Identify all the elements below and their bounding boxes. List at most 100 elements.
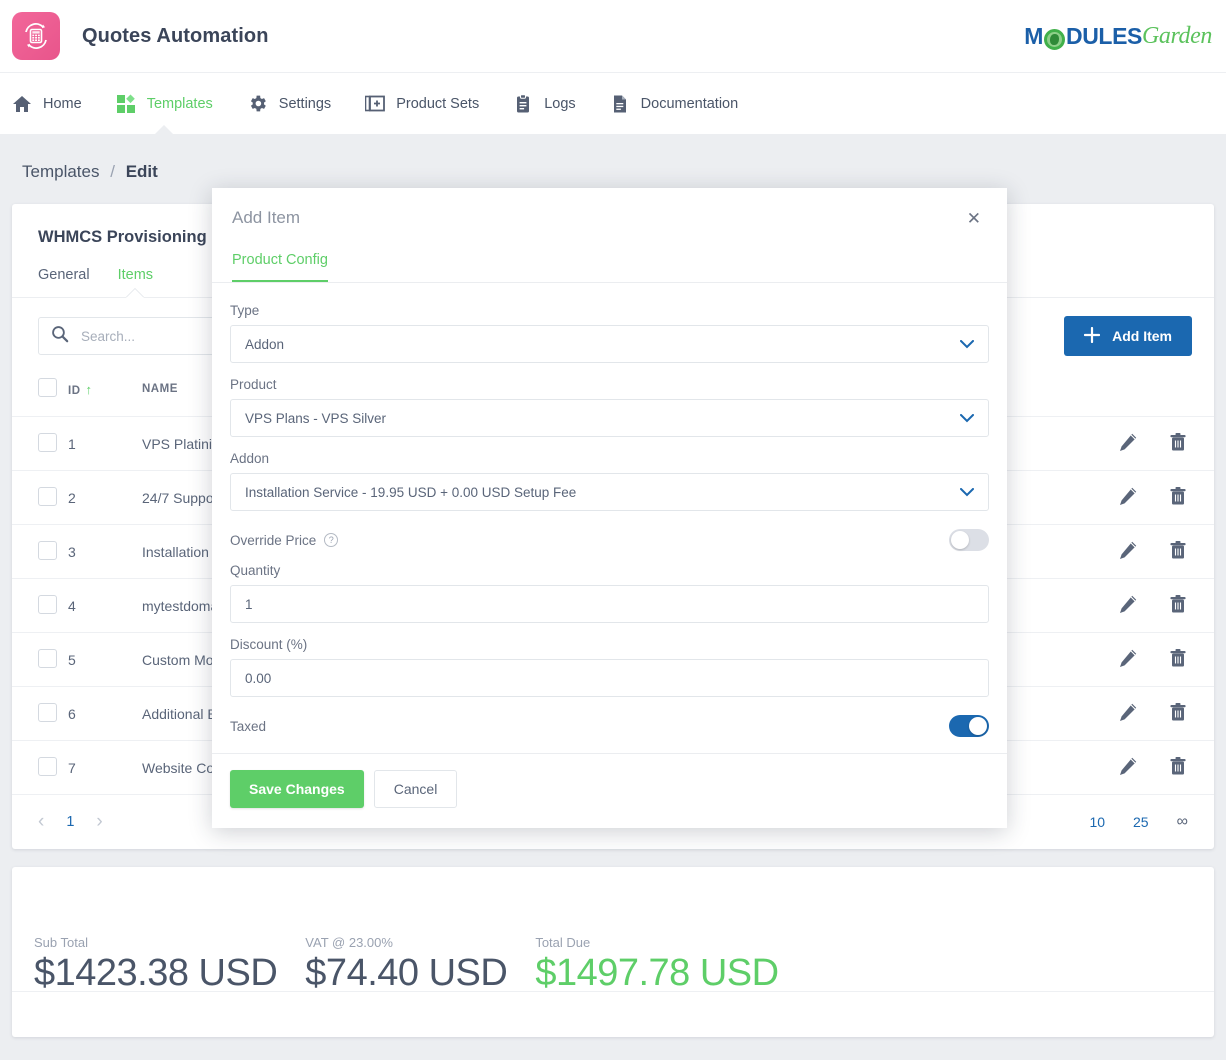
- modal-tabs: Product Config: [212, 229, 1007, 283]
- save-changes-button[interactable]: Save Changes: [230, 770, 364, 808]
- nav-label: Documentation: [641, 96, 739, 112]
- row-select-cell: [12, 687, 68, 741]
- discount-value: 0.00: [245, 671, 271, 686]
- edit-icon[interactable]: [1118, 756, 1138, 779]
- help-icon[interactable]: ?: [324, 533, 338, 547]
- modulesgarden-logo: M DULES Garden: [1024, 23, 1212, 50]
- taxed-label-wrap: Taxed: [230, 719, 266, 734]
- nav-label: Product Sets: [396, 96, 479, 112]
- active-nav-indicator: [153, 125, 175, 136]
- total-vat: VAT @ 23.00% $74.40 USD: [305, 935, 507, 995]
- discount-input[interactable]: 0.00: [230, 659, 989, 697]
- product-select[interactable]: VPS Plans - VPS Silver: [230, 399, 989, 437]
- brand-suffix: Garden: [1142, 23, 1212, 50]
- page-size-all[interactable]: ∞: [1177, 813, 1188, 831]
- select-all-header: [12, 372, 68, 417]
- row-checkbox[interactable]: [38, 757, 57, 776]
- edit-icon[interactable]: [1118, 540, 1138, 563]
- row-checkbox[interactable]: [38, 703, 57, 722]
- field-type: Type Addon: [230, 303, 989, 363]
- plus-icon: [1084, 327, 1100, 346]
- page-size-10[interactable]: 10: [1089, 814, 1105, 830]
- edit-icon[interactable]: [1118, 432, 1138, 455]
- override-price-label-wrap: Override Price ?: [230, 533, 338, 548]
- field-override-price: Override Price ?: [230, 525, 989, 557]
- tab-general[interactable]: General: [38, 267, 90, 297]
- total-value: $74.40 USD: [305, 952, 507, 995]
- row-id: 3: [68, 525, 142, 579]
- row-checkbox[interactable]: [38, 649, 57, 668]
- field-taxed: Taxed: [230, 711, 989, 743]
- type-value: Addon: [245, 337, 284, 352]
- templates-icon: [116, 94, 136, 114]
- quotes-automation-icon: [12, 12, 60, 60]
- taxed-toggle[interactable]: [949, 715, 989, 737]
- edit-icon[interactable]: [1118, 486, 1138, 509]
- nav-item-logs[interactable]: Logs: [513, 73, 575, 135]
- select-all-checkbox[interactable]: [38, 378, 57, 397]
- gear-icon: [247, 93, 268, 114]
- edit-icon[interactable]: [1118, 648, 1138, 671]
- row-id: 1: [68, 417, 142, 471]
- cancel-button[interactable]: Cancel: [374, 770, 458, 808]
- tab-product-config[interactable]: Product Config: [232, 252, 328, 282]
- clipboard-icon: [513, 94, 533, 114]
- tab-items[interactable]: Items: [118, 267, 153, 297]
- prev-page-button[interactable]: ‹: [38, 811, 44, 833]
- delete-icon[interactable]: [1168, 702, 1188, 725]
- nav-item-settings[interactable]: Settings: [247, 73, 331, 135]
- addon-select[interactable]: Installation Service - 19.95 USD + 0.00 …: [230, 473, 989, 511]
- delete-icon[interactable]: [1168, 486, 1188, 509]
- add-item-button[interactable]: Add Item: [1064, 316, 1192, 356]
- tab-label: General: [38, 267, 90, 283]
- nav-item-documentation[interactable]: Documentation: [610, 73, 739, 135]
- row-select-cell: [12, 633, 68, 687]
- addon-value: Installation Service - 19.95 USD + 0.00 …: [245, 485, 576, 500]
- delete-icon[interactable]: [1168, 594, 1188, 617]
- chevron-down-icon: [960, 411, 974, 426]
- breadcrumb-root[interactable]: Templates: [22, 162, 99, 181]
- next-page-button[interactable]: ›: [96, 811, 102, 833]
- type-label: Type: [230, 303, 989, 318]
- row-actions: [1104, 525, 1214, 579]
- column-header-id[interactable]: ID↑: [68, 372, 142, 417]
- delete-icon[interactable]: [1168, 540, 1188, 563]
- page-size-25[interactable]: 25: [1133, 814, 1149, 830]
- field-quantity: Quantity 1: [230, 563, 989, 623]
- chevron-down-icon: [960, 485, 974, 500]
- total-label: Total Due: [535, 935, 778, 950]
- nav-item-templates[interactable]: Templates: [116, 73, 213, 135]
- total-label: VAT @ 23.00%: [305, 935, 507, 950]
- app-title: Quotes Automation: [82, 25, 269, 48]
- modal-header: Add Item ✕: [212, 188, 1007, 229]
- quantity-input[interactable]: 1: [230, 585, 989, 623]
- page-number-1[interactable]: 1: [66, 814, 74, 830]
- nav-label: Templates: [147, 96, 213, 112]
- delete-icon[interactable]: [1168, 432, 1188, 455]
- edit-icon[interactable]: [1118, 594, 1138, 617]
- discount-label: Discount (%): [230, 637, 989, 652]
- brand-mid: DULES: [1066, 23, 1142, 50]
- edit-icon[interactable]: [1118, 702, 1138, 725]
- globe-icon: [1044, 29, 1065, 50]
- field-product: Product VPS Plans - VPS Silver: [230, 377, 989, 437]
- main-navigation: Home Templates Settings Product Se: [0, 72, 1226, 134]
- row-checkbox[interactable]: [38, 487, 57, 506]
- row-checkbox[interactable]: [38, 541, 57, 560]
- delete-icon[interactable]: [1168, 756, 1188, 779]
- row-checkbox[interactable]: [38, 433, 57, 452]
- product-sets-icon: [365, 94, 385, 114]
- toggle-knob: [969, 717, 987, 735]
- chevron-down-icon: [960, 337, 974, 352]
- quantity-value: 1: [245, 597, 253, 612]
- row-checkbox[interactable]: [38, 595, 57, 614]
- override-price-toggle[interactable]: [949, 529, 989, 551]
- type-select[interactable]: Addon: [230, 325, 989, 363]
- close-icon[interactable]: ✕: [963, 208, 985, 229]
- total-value: $1423.38 USD: [34, 952, 277, 995]
- nav-item-home[interactable]: Home: [12, 73, 82, 135]
- delete-icon[interactable]: [1168, 648, 1188, 671]
- add-item-modal: Add Item ✕ Product Config Type Addon Pro…: [212, 188, 1007, 828]
- nav-item-product-sets[interactable]: Product Sets: [365, 73, 479, 135]
- taxed-label: Taxed: [230, 719, 266, 734]
